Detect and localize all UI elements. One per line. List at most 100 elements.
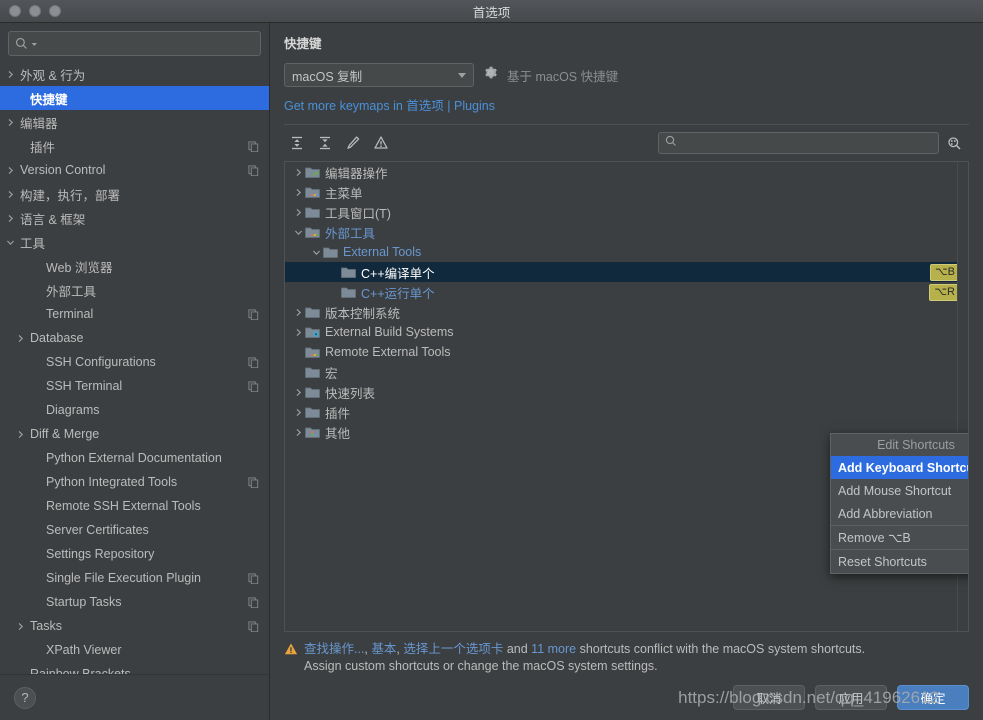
chevron-right-icon[interactable] bbox=[0, 70, 20, 79]
conflict-link-2[interactable]: 基本 bbox=[371, 642, 396, 656]
context-menu-item[interactable]: Reset Shortcuts bbox=[831, 550, 968, 573]
chevron-right-icon[interactable] bbox=[0, 214, 20, 223]
keymap-tree-row[interactable]: 主菜单 bbox=[285, 182, 968, 202]
keymap-tree-row[interactable]: 外部工具 bbox=[285, 222, 968, 242]
sidebar-item-7[interactable]: 工具 bbox=[0, 230, 269, 254]
apply-button[interactable]: 应用 bbox=[815, 685, 887, 710]
keymap-tree-row[interactable]: C++编译单个 ⌥B bbox=[285, 262, 968, 282]
sidebar-item-4[interactable]: Version Control bbox=[0, 158, 269, 182]
chevron-right-icon[interactable] bbox=[291, 428, 305, 437]
keymap-tree-row[interactable]: 快速列表 bbox=[285, 382, 968, 402]
sidebar-item-22[interactable]: Startup Tasks bbox=[0, 590, 269, 614]
chevron-right-icon[interactable] bbox=[10, 622, 30, 631]
chevron-right-icon[interactable] bbox=[291, 408, 305, 417]
sidebar-item-2[interactable]: 编辑器 bbox=[0, 110, 269, 134]
keymap-tree[interactable]: 编辑器操作 主菜单 工具窗口(T) 外部工具 External Tools C++编译单个… bbox=[285, 162, 968, 442]
keymap-tree-row[interactable]: 工具窗口(T) bbox=[285, 202, 968, 222]
sidebar-item-16[interactable]: Python External Documentation bbox=[0, 446, 269, 470]
chevron-right-icon[interactable] bbox=[291, 328, 305, 337]
copy-settings-icon[interactable] bbox=[248, 476, 259, 488]
gear-icon[interactable] bbox=[483, 65, 498, 85]
sidebar-item-24[interactable]: XPath Viewer bbox=[0, 638, 269, 662]
conflict-more-link[interactable]: 11 more bbox=[531, 642, 576, 656]
copy-settings-icon[interactable] bbox=[248, 164, 259, 176]
sidebar-item-17[interactable]: Python Integrated Tools bbox=[0, 470, 269, 494]
sidebar-item-13[interactable]: SSH Terminal bbox=[0, 374, 269, 398]
sidebar-tree[interactable]: 外观 & 行为 快捷键 编辑器 插件 Version Control 构建，执行，部署 语言… bbox=[0, 62, 269, 674]
keymap-tree-row[interactable]: 宏 bbox=[285, 362, 968, 382]
cancel-button[interactable]: 取消 bbox=[733, 685, 805, 710]
search-dropdown-caret[interactable] bbox=[31, 35, 38, 53]
keymap-tree-row[interactable]: 版本控制系统 bbox=[285, 302, 968, 322]
copy-settings-icon[interactable] bbox=[248, 620, 259, 632]
keymap-tree-row[interactable]: C++运行单个 ⌥R bbox=[285, 282, 968, 302]
close-button[interactable] bbox=[9, 5, 21, 17]
sidebar-item-1[interactable]: 快捷键 bbox=[0, 86, 269, 110]
copy-settings-icon[interactable] bbox=[248, 380, 259, 392]
conflicts-icon[interactable] bbox=[368, 132, 394, 154]
context-menu-item[interactable]: Add Keyboard Shortcut bbox=[831, 456, 968, 479]
keymap-tree-row[interactable]: 编辑器操作 bbox=[285, 162, 968, 182]
chevron-right-icon[interactable] bbox=[10, 430, 30, 439]
chevron-right-icon[interactable] bbox=[10, 334, 30, 343]
settings-link[interactable]: 首选项 bbox=[406, 99, 444, 113]
context-menu-item[interactable]: Add Abbreviation bbox=[831, 502, 968, 525]
keymap-tree-row[interactable]: Remote External Tools bbox=[285, 342, 968, 362]
copy-settings-icon[interactable] bbox=[248, 308, 259, 320]
chevron-down-icon[interactable] bbox=[291, 228, 305, 237]
copy-settings-icon[interactable] bbox=[248, 572, 259, 584]
sidebar-item-21[interactable]: Single File Execution Plugin bbox=[0, 566, 269, 590]
sidebar-item-3[interactable]: 插件 bbox=[0, 134, 269, 158]
sidebar-item-19[interactable]: Server Certificates bbox=[0, 518, 269, 542]
get-more-keymaps-link[interactable]: Get more keymaps in 首选项 | Plugins bbox=[284, 95, 969, 114]
chevron-right-icon[interactable] bbox=[0, 166, 20, 175]
copy-settings-icon[interactable] bbox=[248, 356, 259, 368]
chevron-right-icon[interactable] bbox=[0, 118, 20, 127]
expand-all-icon[interactable] bbox=[284, 132, 310, 154]
minimize-button[interactable] bbox=[29, 5, 41, 17]
sidebar-item-25[interactable]: Rainbow Brackets bbox=[0, 662, 269, 674]
sidebar-item-11[interactable]: Database bbox=[0, 326, 269, 350]
keymap-tree-row[interactable]: 插件 bbox=[285, 402, 968, 422]
copy-settings-icon[interactable] bbox=[248, 140, 259, 152]
chevron-right-icon[interactable] bbox=[291, 188, 305, 197]
sidebar-item-14[interactable]: Diagrams bbox=[0, 398, 269, 422]
keymap-dropdown[interactable]: macOS 复制 bbox=[284, 63, 474, 87]
sidebar-item-10[interactable]: Terminal bbox=[0, 302, 269, 326]
collapse-all-icon[interactable] bbox=[312, 132, 338, 154]
shortcut-search-box[interactable] bbox=[658, 132, 939, 154]
chevron-right-icon[interactable] bbox=[291, 168, 305, 177]
conflict-link-3[interactable]: 选择上一个选项卡 bbox=[403, 642, 503, 656]
sidebar-item-8[interactable]: Web 浏览器 bbox=[0, 254, 269, 278]
sidebar-item-18[interactable]: Remote SSH External Tools bbox=[0, 494, 269, 518]
find-by-shortcut-icon[interactable] bbox=[939, 135, 969, 152]
sidebar-item-5[interactable]: 构建，执行，部署 bbox=[0, 182, 269, 206]
help-button[interactable]: ? bbox=[14, 686, 36, 709]
sidebar-item-9[interactable]: 外部工具 bbox=[0, 278, 269, 302]
keymap-tree-row[interactable]: External Tools bbox=[285, 242, 968, 262]
zoom-button[interactable] bbox=[49, 5, 61, 17]
context-menu-item[interactable]: Add Mouse Shortcut bbox=[831, 479, 968, 502]
sidebar-search-input[interactable] bbox=[38, 35, 254, 52]
sidebar-item-12[interactable]: SSH Configurations bbox=[0, 350, 269, 374]
chevron-right-icon[interactable] bbox=[291, 208, 305, 217]
chevron-down-icon[interactable] bbox=[0, 238, 20, 247]
plugins-link[interactable]: Plugins bbox=[454, 99, 495, 113]
chevron-right-icon[interactable] bbox=[0, 190, 20, 199]
sidebar-item-23[interactable]: Tasks bbox=[0, 614, 269, 638]
sidebar-item-6[interactable]: 语言 & 框架 bbox=[0, 206, 269, 230]
sidebar-item-15[interactable]: Diff & Merge bbox=[0, 422, 269, 446]
shortcut-search-input[interactable] bbox=[681, 135, 932, 151]
copy-settings-icon[interactable] bbox=[248, 596, 259, 608]
conflict-link-1[interactable]: 查找操作... bbox=[304, 642, 364, 656]
keymap-tree-row[interactable]: External Build Systems bbox=[285, 322, 968, 342]
chevron-right-icon[interactable] bbox=[291, 388, 305, 397]
ok-button[interactable]: 确定 bbox=[897, 685, 969, 710]
sidebar-search-box[interactable] bbox=[8, 31, 261, 56]
edit-icon[interactable] bbox=[340, 132, 366, 154]
chevron-down-icon[interactable] bbox=[309, 248, 323, 257]
context-menu-item[interactable]: Remove ⌥B bbox=[831, 526, 968, 549]
chevron-right-icon[interactable] bbox=[291, 308, 305, 317]
sidebar-item-0[interactable]: 外观 & 行为 bbox=[0, 62, 269, 86]
sidebar-item-20[interactable]: Settings Repository bbox=[0, 542, 269, 566]
